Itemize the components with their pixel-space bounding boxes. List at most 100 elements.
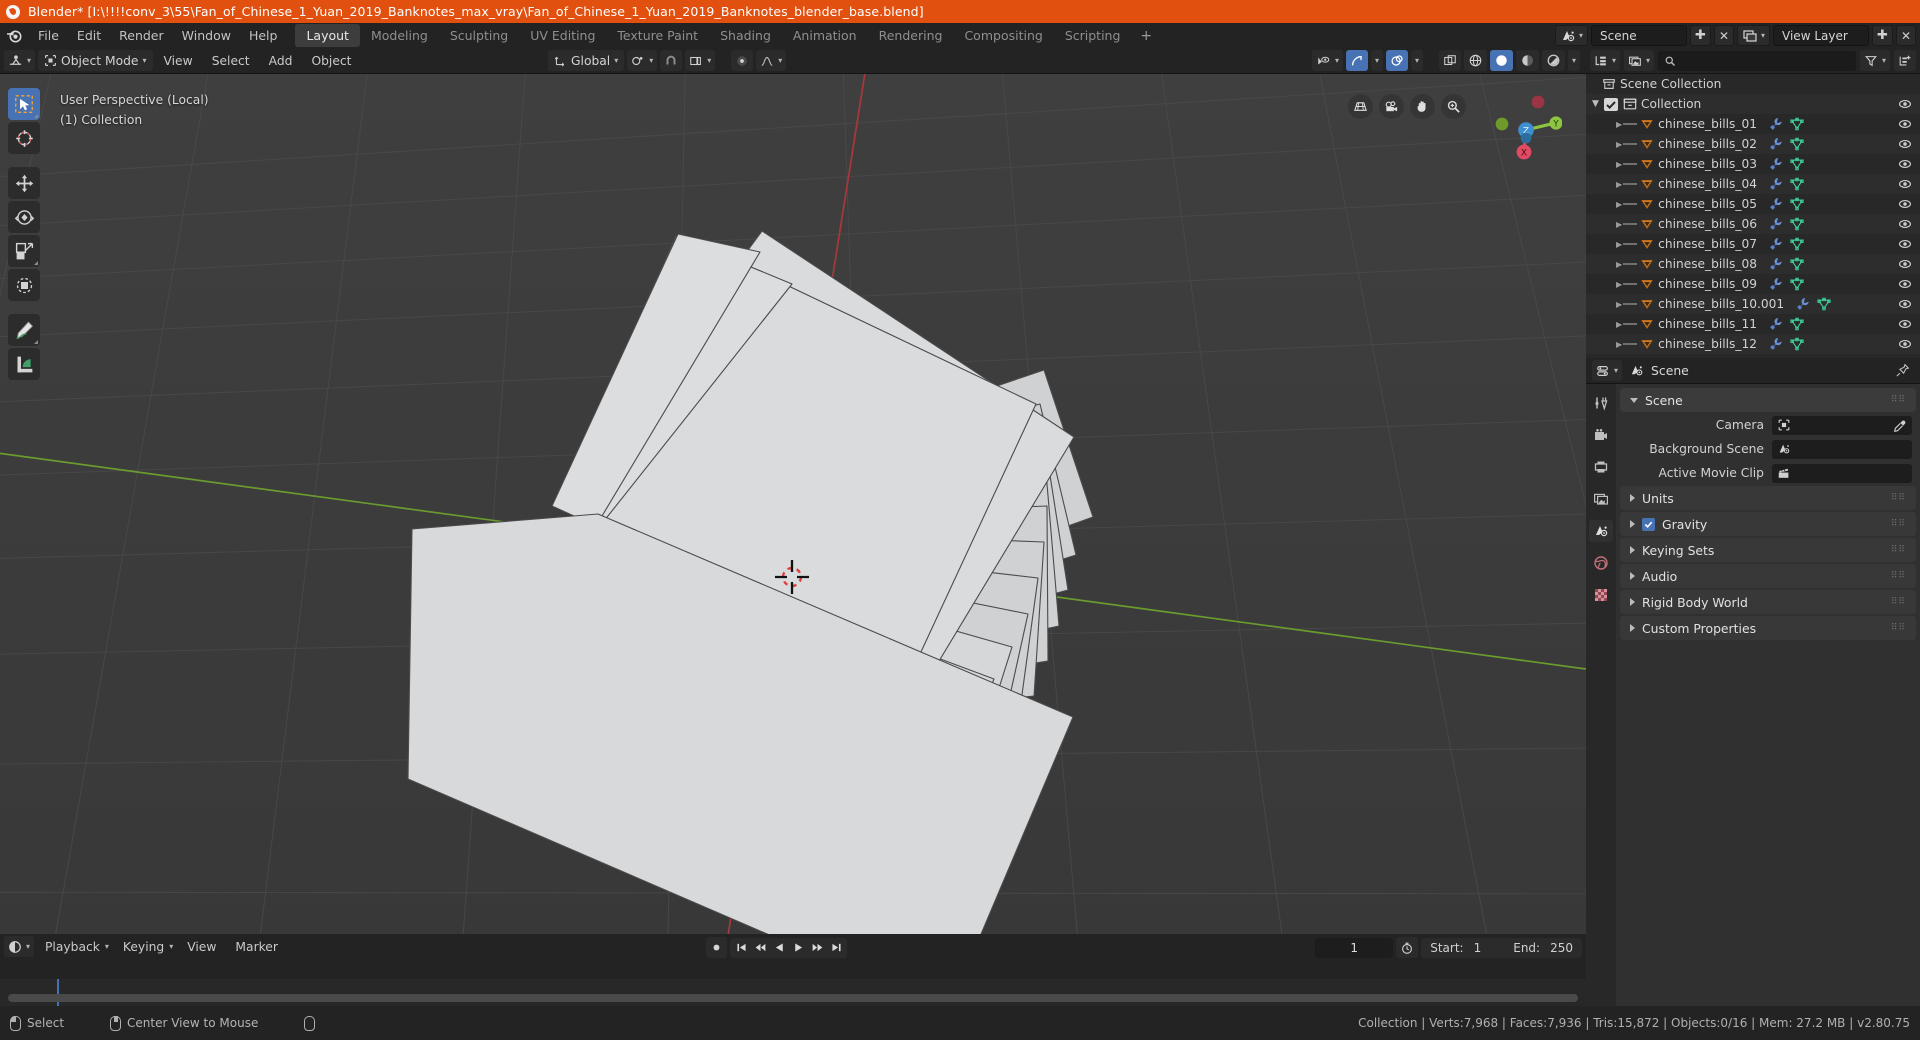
tool-rotate[interactable]: [8, 201, 40, 233]
disclosure-triangle-icon[interactable]: ▶: [1616, 240, 1622, 249]
tool-annotate[interactable]: [8, 314, 40, 346]
object-visibility-toggle[interactable]: [1898, 177, 1912, 194]
tool-cursor[interactable]: [8, 122, 40, 154]
gizmo-settings[interactable]: ▾: [1370, 50, 1383, 71]
view-layer-remove-button[interactable]: ✕: [1895, 25, 1916, 46]
modifier-icon[interactable]: [1769, 197, 1783, 211]
pin-icon[interactable]: [1895, 363, 1910, 382]
outliner-display-mode-button[interactable]: ▾: [1624, 50, 1655, 71]
gizmo-toggle[interactable]: [1345, 50, 1368, 71]
modifier-icon[interactable]: [1796, 297, 1810, 311]
grid-icon[interactable]: [1348, 94, 1373, 119]
disclosure-triangle-icon[interactable]: ▶: [1616, 140, 1622, 149]
view-layer-name-field[interactable]: View Layer: [1773, 25, 1870, 46]
disclosure-triangle-icon[interactable]: ▶: [1616, 260, 1622, 269]
mesh-data-icon[interactable]: [1817, 297, 1831, 311]
visibility-selector[interactable]: ▾: [1311, 50, 1343, 71]
timeline-editor-type-button[interactable]: ▾: [4, 936, 35, 957]
outliner-search-input[interactable]: [1658, 50, 1856, 71]
tool-select-box[interactable]: [8, 88, 40, 120]
shading-wireframe[interactable]: [1463, 50, 1487, 71]
menu-edit[interactable]: Edit: [68, 25, 110, 46]
outliner-row-object[interactable]: ▶ chinese_bills_03: [1586, 154, 1920, 174]
auto-keying-button[interactable]: [1396, 937, 1419, 958]
timeline-menu-playback[interactable]: Playback: [37, 937, 108, 957]
disclosure-triangle-icon[interactable]: ▶: [1616, 200, 1622, 209]
disclosure-triangle-icon[interactable]: ▶: [1616, 120, 1622, 129]
object-visibility-toggle[interactable]: [1898, 217, 1912, 234]
play-reverse-button[interactable]: [770, 939, 788, 956]
interaction-mode-selector[interactable]: Object Mode ▾: [38, 50, 153, 71]
outliner-row-object[interactable]: ▶ chinese_bills_12: [1586, 334, 1920, 354]
timeline-horizontal-scrollbar[interactable]: [8, 994, 1578, 1002]
pivot-point-selector[interactable]: ▾: [627, 50, 658, 71]
jump-to-end-button[interactable]: [827, 939, 845, 956]
shading-solid[interactable]: [1489, 50, 1513, 71]
properties-editor-type-button[interactable]: ▾: [1592, 360, 1623, 381]
panel-rigid-body-world[interactable]: Rigid Body World ⠿⠿: [1620, 590, 1916, 614]
scene-name-field[interactable]: Scene: [1591, 25, 1688, 46]
modifier-icon[interactable]: [1769, 117, 1783, 131]
panel-audio[interactable]: Audio ⠿⠿: [1620, 564, 1916, 588]
properties-tab-texture[interactable]: [1589, 584, 1613, 606]
mesh-data-icon[interactable]: [1790, 237, 1804, 251]
proportional-falloff-selector[interactable]: ▾: [756, 50, 787, 71]
hand-icon[interactable]: [1410, 94, 1435, 119]
outliner-row-object[interactable]: ▶ chinese_bills_11: [1586, 314, 1920, 334]
collection-visibility-toggle[interactable]: [1898, 97, 1912, 114]
frame-range-fields[interactable]: Start: 1 End: 250: [1421, 937, 1582, 958]
prop-field-background-scene[interactable]: [1772, 439, 1912, 459]
outliner-row-object[interactable]: ▶ chinese_bills_10.001: [1586, 294, 1920, 314]
xray-toggle[interactable]: [1438, 50, 1461, 71]
menu-file[interactable]: File: [29, 25, 68, 46]
object-visibility-toggle[interactable]: [1898, 117, 1912, 134]
gravity-checkbox[interactable]: [1642, 517, 1655, 531]
outliner-filter-button[interactable]: ▾: [1859, 50, 1890, 71]
object-visibility-toggle[interactable]: [1898, 297, 1912, 314]
modifier-icon[interactable]: [1769, 157, 1783, 171]
panel-custom-properties[interactable]: Custom Properties ⠿⠿: [1620, 616, 1916, 640]
snap-settings[interactable]: ▾: [685, 50, 716, 71]
viewport-menu-select[interactable]: Select: [204, 51, 258, 71]
properties-tab-output[interactable]: [1589, 456, 1613, 478]
collection-checkbox[interactable]: [1604, 97, 1618, 111]
outliner-row-object[interactable]: ▶ chinese_bills_09: [1586, 274, 1920, 294]
tool-move[interactable]: [8, 167, 40, 199]
overlays-settings[interactable]: ▾: [1410, 50, 1423, 71]
modifier-icon[interactable]: [1769, 137, 1783, 151]
mesh-data-icon[interactable]: [1790, 177, 1804, 191]
outliner-row-object[interactable]: ▶ chinese_bills_04: [1586, 174, 1920, 194]
mesh-data-icon[interactable]: [1790, 157, 1804, 171]
tool-measure[interactable]: [8, 348, 40, 380]
current-frame-field[interactable]: 1: [1315, 937, 1394, 958]
previous-keyframe-button[interactable]: [751, 939, 769, 956]
scene-new-button[interactable]: ✚: [1690, 25, 1711, 46]
disclosure-triangle-icon[interactable]: ▶: [1616, 320, 1622, 329]
outliner-row-object[interactable]: ▶ chinese_bills_06: [1586, 214, 1920, 234]
mesh-data-icon[interactable]: [1790, 217, 1804, 231]
modifier-icon[interactable]: [1769, 257, 1783, 271]
tab-modeling[interactable]: Modeling: [360, 24, 439, 47]
viewport-menu-object[interactable]: Object: [303, 51, 359, 71]
object-visibility-toggle[interactable]: [1898, 317, 1912, 334]
blender-logo-icon[interactable]: [4, 25, 25, 46]
prop-field-active-movie-clip[interactable]: [1772, 463, 1912, 483]
disclosure-triangle-icon[interactable]: ▶: [1616, 160, 1622, 169]
outliner-row-collection[interactable]: ▼ Collection: [1586, 94, 1920, 114]
tab-uv-editing[interactable]: UV Editing: [519, 24, 606, 47]
view-layer-browse-button[interactable]: ▾: [1737, 25, 1771, 46]
timeline-menu-view[interactable]: View: [179, 937, 224, 957]
panel-units[interactable]: Units ⠿⠿: [1620, 486, 1916, 510]
timeline-menu-marker[interactable]: Marker: [227, 937, 286, 957]
modifier-icon[interactable]: [1769, 277, 1783, 291]
tab-animation[interactable]: Animation: [782, 24, 868, 47]
viewport-menu-view[interactable]: View: [156, 51, 201, 71]
tab-scripting[interactable]: Scripting: [1054, 24, 1132, 47]
tab-rendering[interactable]: Rendering: [868, 24, 954, 47]
modifier-icon[interactable]: [1769, 217, 1783, 231]
outliner-row-object[interactable]: ▶ chinese_bills_01: [1586, 114, 1920, 134]
object-visibility-toggle[interactable]: [1898, 277, 1912, 294]
mesh-data-icon[interactable]: [1790, 337, 1804, 351]
record-button[interactable]: [706, 937, 727, 958]
properties-tab-scene[interactable]: [1589, 520, 1613, 542]
